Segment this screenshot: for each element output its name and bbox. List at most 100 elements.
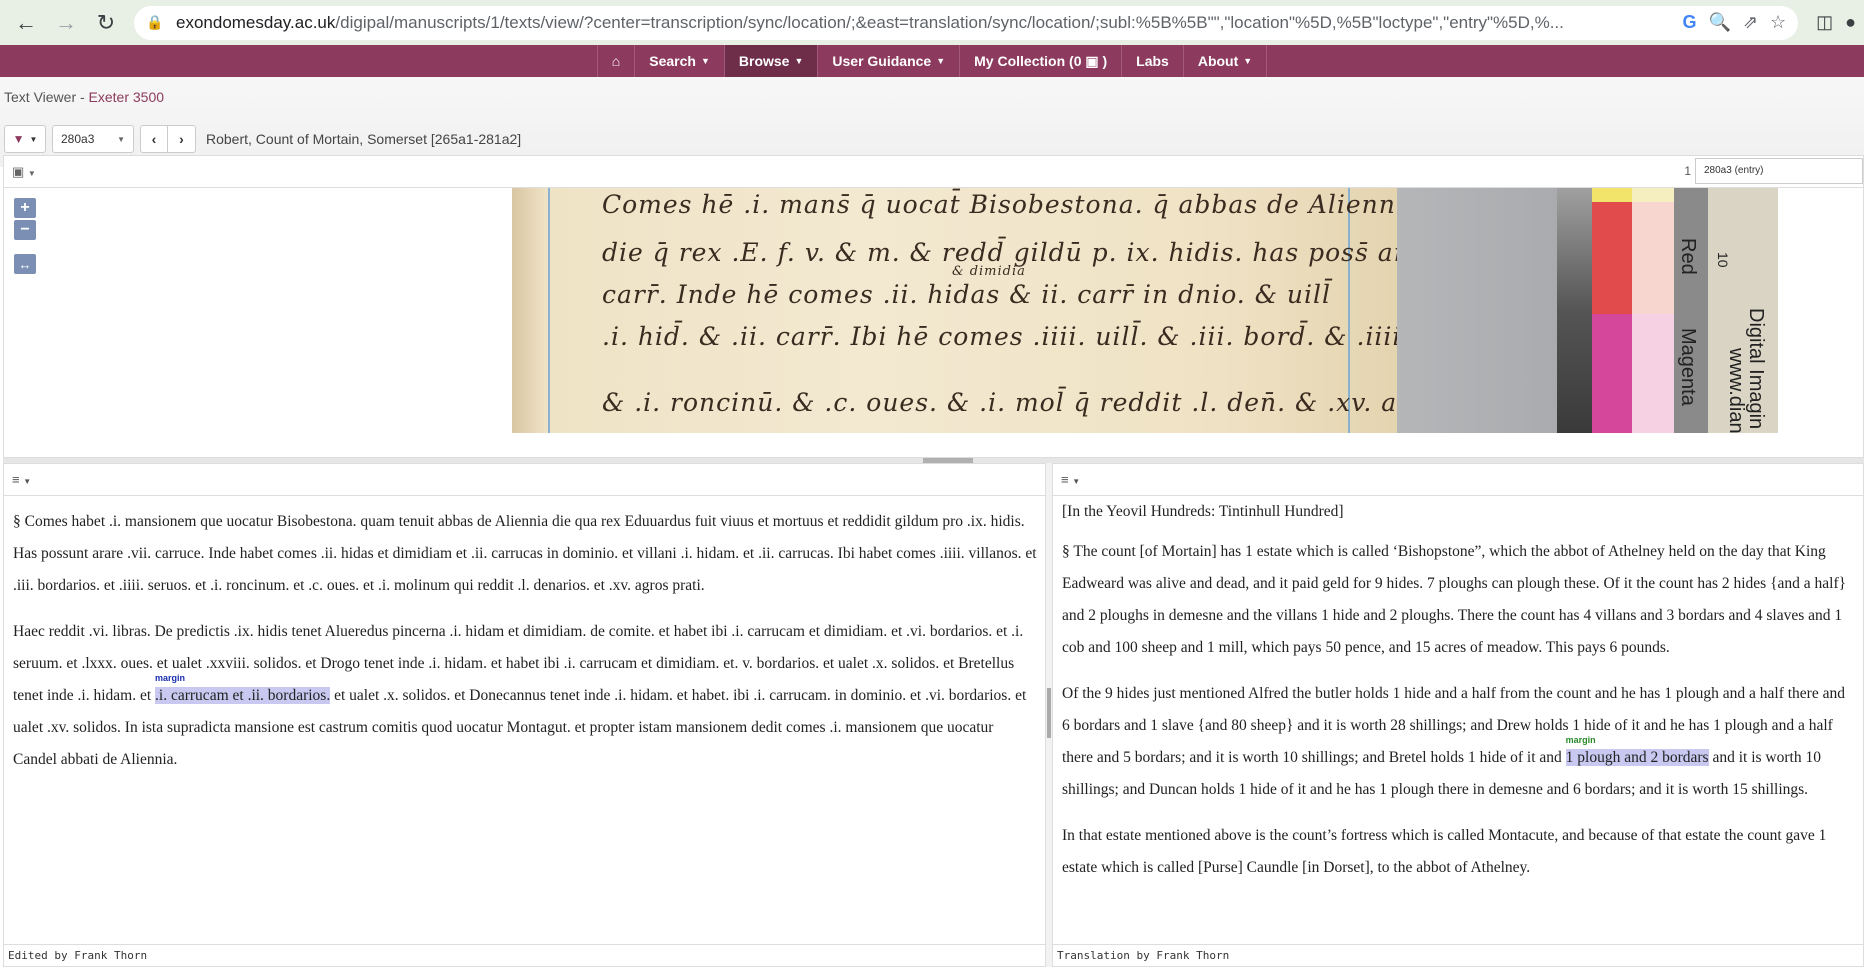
side-panel-icon[interactable]: ◫ bbox=[1816, 12, 1833, 33]
nav-user-guidance[interactable]: User Guidance ▼ bbox=[818, 45, 961, 77]
page-header: Text Viewer - Exeter 3500 ▼ ▼ 280a3 ▼ ‹ › … bbox=[0, 77, 1864, 167]
translation-paragraph: Of the 9 hides just mentioned Alfred the… bbox=[1062, 685, 1845, 798]
next-page-button[interactable]: › bbox=[168, 125, 196, 153]
translation-panel: ≡ ▼ [In the Yeovil Hundreds: Tintinhull … bbox=[1052, 463, 1864, 967]
nav-labs[interactable]: Labs bbox=[1122, 45, 1184, 77]
color-card: Red 10 Magenta Digital Imagin www.dian bbox=[1557, 188, 1778, 433]
nav-about[interactable]: About ▼ bbox=[1184, 45, 1268, 77]
caret-down-icon: ▼ bbox=[23, 477, 32, 486]
card-label-red: Red bbox=[1677, 238, 1699, 275]
site-navbar: ⌂ Search ▼ Browse ▼ User Guidance ▼ My Coll… bbox=[0, 45, 1864, 77]
reload-button[interactable]: ↻ bbox=[88, 5, 124, 41]
text-viewer-toolbar: ▼ ▼ 280a3 ▼ ‹ › Robert, Count of Mortain, … bbox=[4, 125, 521, 153]
color-swatch bbox=[1632, 188, 1674, 202]
caret-down-icon: ▼ bbox=[936, 56, 946, 66]
transcription-credit: Edited by Frank Thorn bbox=[4, 944, 1045, 966]
text-menu-button[interactable]: ≡ ▼ bbox=[1061, 472, 1080, 487]
margin-highlight[interactable]: margin .i. carrucam et .ii. bordarios. bbox=[155, 673, 331, 704]
address-bar[interactable]: 🔒 exondomesday.ac.uk/digipal/manuscripts… bbox=[134, 5, 1799, 40]
lock-icon: 🔒 bbox=[146, 14, 164, 30]
filter-icon: ▼ bbox=[12, 132, 25, 146]
chevron-right-icon: › bbox=[179, 131, 184, 147]
google-icon[interactable]: G bbox=[1682, 12, 1696, 33]
caret-down-icon: ▼ bbox=[794, 56, 804, 66]
browser-toolbar: ← → ↻ 🔒 exondomesday.ac.uk/digipal/manus… bbox=[0, 0, 1864, 45]
indent-icon: ≡ bbox=[1061, 472, 1069, 487]
card-label-digital-imaging: Digital Imagin bbox=[1745, 308, 1767, 430]
caret-down-icon: ▼ bbox=[1072, 477, 1081, 486]
breadcrumb-link[interactable]: Exeter 3500 bbox=[89, 89, 165, 105]
nav-my-collection[interactable]: My Collection (0 ▣ ) bbox=[960, 45, 1123, 77]
url-path: /digipal/manuscripts/1/texts/view/?cente… bbox=[335, 12, 1564, 32]
card-label-number: 10 bbox=[1715, 252, 1731, 268]
nav-home[interactable]: ⌂ bbox=[596, 45, 636, 77]
url-host: exondomesday.ac.uk bbox=[176, 12, 336, 32]
transcription-paragraph: § Comes habet .i. mansionem que uocatur … bbox=[13, 513, 1037, 594]
zoom-controls: + − ↔ bbox=[14, 198, 36, 274]
caret-down-icon: ▼ bbox=[27, 169, 36, 178]
color-swatch bbox=[1592, 202, 1632, 314]
translation-paragraph: [In the Yeovil Hundreds: Tintinhull Hund… bbox=[1062, 503, 1344, 520]
filter-dropdown-button[interactable]: ▼ ▼ bbox=[4, 125, 46, 153]
margin-label: margin bbox=[155, 673, 186, 683]
text-menu-button[interactable]: ≡ ▼ bbox=[12, 472, 31, 487]
align-left-icon: ≡ bbox=[12, 472, 20, 487]
zoom-icon[interactable]: 🔍 bbox=[1708, 12, 1730, 33]
caret-down-icon: ▼ bbox=[117, 134, 125, 144]
caret-down-icon: ▼ bbox=[29, 134, 38, 144]
caret-down-icon: ▼ bbox=[700, 56, 710, 66]
image-icon: ▣ bbox=[12, 164, 25, 179]
color-swatch bbox=[1592, 188, 1632, 202]
home-icon: ⌂ bbox=[611, 53, 621, 69]
manuscript-line: .i. hid̄. & .ii. carr̄. Ibi hē comes .ii… bbox=[602, 322, 1518, 351]
splitter-grip[interactable] bbox=[1047, 688, 1051, 738]
color-swatch bbox=[1632, 202, 1674, 314]
color-swatch bbox=[1557, 188, 1592, 433]
manuscript-image[interactable]: Comes hē .i. mans̄ q̄ uocat̄ Bisobestona… bbox=[512, 188, 1778, 433]
manuscript-line: die q̄ rex .E. f. v. & m. & redd̄ gildū… bbox=[602, 238, 1512, 267]
card-label-url: www.dian bbox=[1725, 348, 1747, 433]
arrow-right-icon: → bbox=[55, 9, 77, 35]
share-icon[interactable]: ⇗ bbox=[1743, 12, 1758, 33]
breadcrumb: Text Viewer - Exeter 3500 bbox=[4, 89, 165, 105]
caret-down-icon: ▼ bbox=[1243, 56, 1253, 66]
color-swatch bbox=[1632, 314, 1674, 433]
manuscript-interlinear: & dimidia bbox=[952, 264, 1026, 279]
reload-icon: ↻ bbox=[96, 9, 116, 35]
transcription-text: § Comes habet .i. mansionem que uocatur … bbox=[4, 496, 1045, 944]
forward-button[interactable]: → bbox=[48, 5, 84, 41]
nav-search[interactable]: Search ▼ bbox=[635, 45, 725, 77]
image-menu-button[interactable]: ▣ ▼ bbox=[12, 164, 36, 180]
translation-paragraph: In that estate mentioned above is the co… bbox=[1062, 827, 1827, 876]
fit-width-button[interactable]: ↔ bbox=[14, 254, 36, 274]
manuscript-line: Comes hē .i. mans̄ q̄ uocat̄ Bisobestona… bbox=[602, 190, 1421, 219]
color-swatch bbox=[1592, 314, 1632, 433]
image-page-number: 1 bbox=[1684, 164, 1691, 178]
translation-credit: Translation by Frank Thorn bbox=[1053, 944, 1863, 966]
bookmark-star-icon[interactable]: ☆ bbox=[1770, 12, 1786, 33]
backing-board bbox=[1397, 188, 1557, 433]
back-button[interactable]: ← bbox=[8, 5, 44, 41]
margin-highlight[interactable]: margin 1 plough and 2 bordars bbox=[1565, 735, 1709, 766]
arrow-left-icon: ← bbox=[15, 9, 37, 35]
image-viewer-panel: ▣ ▼ 1 280a3 (entry) + − ↔ Comes hē .i. m… bbox=[3, 155, 1864, 458]
transcription-panel-header: ≡ ▼ bbox=[4, 464, 1045, 496]
image-panel-header: ▣ ▼ 1 280a3 (entry) bbox=[4, 156, 1863, 188]
nav-browse[interactable]: Browse ▼ bbox=[724, 45, 819, 77]
profile-icon[interactable]: ● bbox=[1845, 12, 1856, 33]
url-text: exondomesday.ac.uk/digipal/manuscripts/1… bbox=[176, 13, 1672, 33]
zoom-in-button[interactable]: + bbox=[14, 198, 36, 218]
transcription-panel: ≡ ▼ § Comes habet .i. mansionem que uoca… bbox=[3, 463, 1046, 967]
manuscript-line: & .i. roncinū. & .c. oues. & .i. mol̄ q… bbox=[602, 388, 1470, 417]
chevron-left-icon: ‹ bbox=[151, 131, 157, 147]
translation-text: [In the Yeovil Hundreds: Tintinhull Hund… bbox=[1053, 496, 1863, 944]
translation-panel-header: ≡ ▼ bbox=[1053, 464, 1863, 496]
zoom-out-button[interactable]: − bbox=[14, 220, 36, 240]
margin-rule bbox=[548, 188, 550, 433]
prev-page-button[interactable]: ‹ bbox=[140, 125, 168, 153]
manuscript-line: carr̄. Inde hē comes .ii. hidas & ii. ca… bbox=[602, 280, 1331, 309]
transcription-paragraph: Haec reddit .vi. libras. De predictis .i… bbox=[13, 623, 1027, 768]
entry-select[interactable]: 280a3 (entry) bbox=[1695, 158, 1863, 184]
margin-label: margin bbox=[1565, 735, 1596, 745]
page-select[interactable]: 280a3 ▼ bbox=[52, 125, 134, 153]
